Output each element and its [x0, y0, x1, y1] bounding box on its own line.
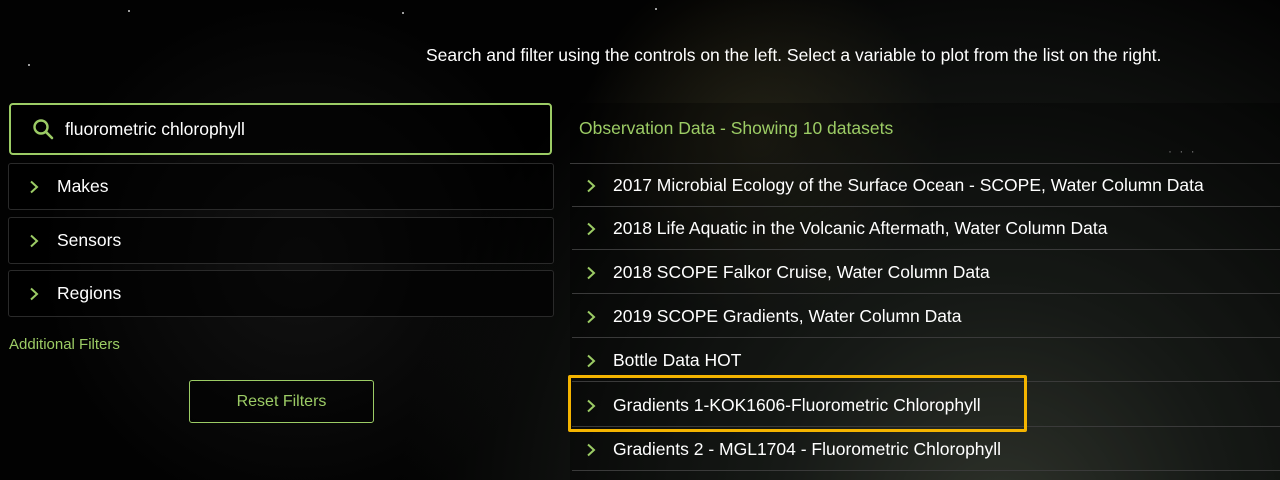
chevron-right-icon — [584, 179, 598, 193]
star — [28, 64, 30, 66]
dataset-row-highlighted[interactable]: Gradients 1-KOK1606-Fluorometric Chlorop… — [572, 385, 1280, 427]
chevron-right-icon — [27, 287, 41, 301]
filter-regions[interactable]: Regions — [8, 270, 554, 317]
dataset-row[interactable]: Gradients 2 - MGL1704 - Fluorometric Chl… — [572, 429, 1280, 471]
search-input[interactable] — [65, 118, 505, 140]
clipped-row-text: · · · — [1168, 144, 1197, 158]
chevron-right-icon — [584, 310, 598, 324]
filter-label: Regions — [57, 283, 122, 303]
star — [128, 10, 130, 12]
chevron-right-icon — [584, 399, 598, 413]
chevron-right-icon — [584, 354, 598, 368]
dataset-row[interactable]: 2019 SCOPE Gradients, Water Column Data — [572, 296, 1280, 338]
dataset-label: Gradients 1-KOK1606-Fluorometric Chlorop… — [613, 395, 981, 415]
chevron-right-icon — [27, 180, 41, 194]
dataset-label: 2018 Life Aquatic in the Volcanic Afterm… — [613, 218, 1108, 238]
chevron-right-icon — [27, 234, 41, 248]
filter-sensors[interactable]: Sensors — [8, 217, 554, 264]
filter-label: Sensors — [57, 230, 122, 250]
results-header: Observation Data - Showing 10 datasets — [579, 118, 894, 138]
dataset-label: 2019 SCOPE Gradients, Water Column Data — [613, 306, 962, 326]
star — [402, 12, 404, 14]
filter-makes[interactable]: Makes — [8, 163, 554, 210]
star — [655, 8, 657, 10]
search-icon — [31, 117, 55, 141]
dataset-row[interactable]: 2018 Life Aquatic in the Volcanic Afterm… — [572, 208, 1280, 250]
dataset-row[interactable]: Bottle Data HOT — [572, 340, 1280, 382]
filter-label: Makes — [57, 176, 109, 196]
dataset-label: Gradients 2 - MGL1704 - Fluorometric Chl… — [613, 439, 1002, 459]
dataset-row[interactable]: 2018 SCOPE Falkor Cruise, Water Column D… — [572, 252, 1280, 294]
dataset-label: 2018 SCOPE Falkor Cruise, Water Column D… — [613, 262, 990, 282]
chevron-right-icon — [584, 443, 598, 457]
results-scroll-area[interactable]: · · · — [570, 138, 1280, 164]
dataset-label: Bottle Data HOT — [613, 350, 742, 370]
dataset-label: 2017 Microbial Ecology of the Surface Oc… — [613, 175, 1204, 195]
chevron-right-icon — [584, 222, 598, 236]
instructions-text: Search and filter using the controls on … — [426, 45, 1162, 65]
chevron-right-icon — [584, 266, 598, 280]
dataset-row[interactable]: 2017 Microbial Ecology of the Surface Oc… — [572, 165, 1280, 207]
reset-filters-button[interactable]: Reset Filters — [189, 380, 374, 423]
search-box[interactable] — [9, 103, 552, 155]
additional-filters-link[interactable]: Additional Filters — [9, 336, 120, 353]
